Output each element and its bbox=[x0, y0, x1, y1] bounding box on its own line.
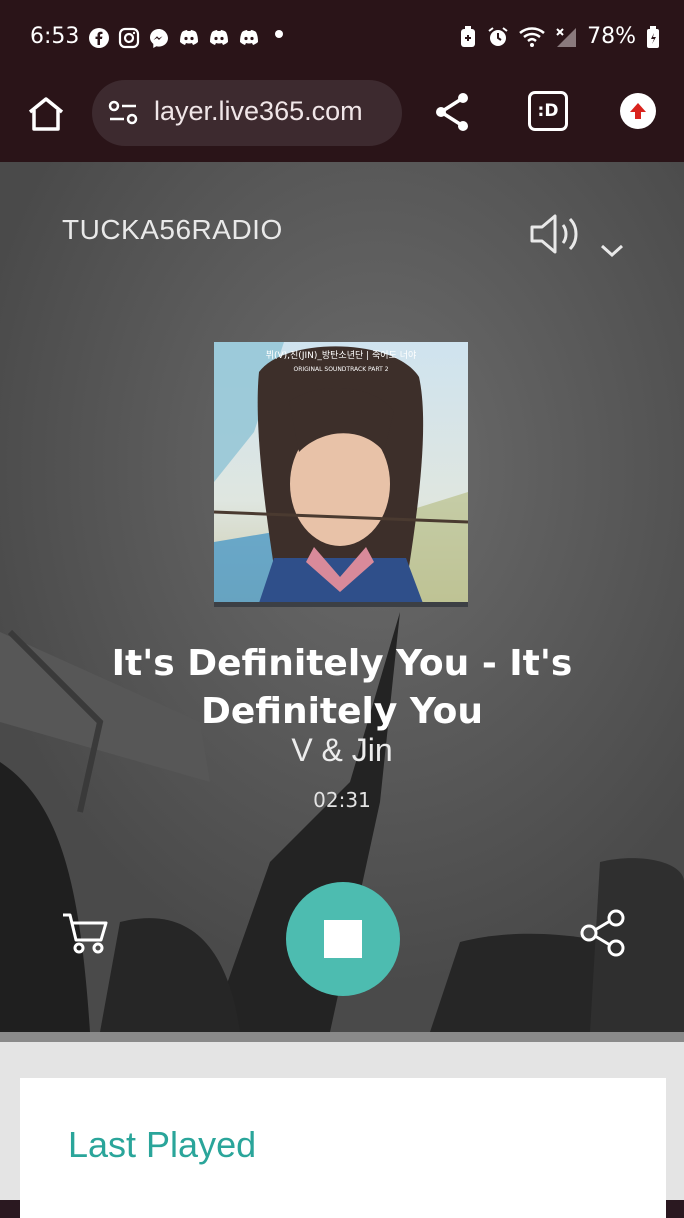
notification-dot-icon bbox=[275, 30, 283, 38]
share-icon[interactable] bbox=[578, 908, 628, 958]
track-artist: V & Jin bbox=[291, 732, 393, 768]
discord-icon bbox=[210, 30, 228, 45]
last-played-heading: Last Played bbox=[68, 1124, 257, 1165]
address-bar[interactable]: layer.live365.com bbox=[92, 80, 402, 146]
instagram-icon bbox=[118, 27, 140, 49]
elapsed-time: 02:31 bbox=[313, 788, 371, 812]
track-title: It's Definitely You - It's Definitely Yo… bbox=[111, 643, 573, 732]
status-app-icons bbox=[88, 27, 260, 49]
cart-icon[interactable] bbox=[60, 910, 110, 956]
battery-percent: 78% bbox=[587, 24, 636, 49]
messenger-icon bbox=[150, 29, 168, 48]
extension-button[interactable]: :D bbox=[528, 91, 568, 131]
section-divider bbox=[0, 1032, 684, 1042]
discord-icon bbox=[240, 30, 258, 45]
volume-icon[interactable] bbox=[528, 210, 584, 258]
battery-saver-icon bbox=[461, 25, 476, 47]
discord-icon bbox=[180, 30, 198, 45]
home-icon[interactable] bbox=[24, 92, 68, 136]
browser-toolbar: layer.live365.com :D bbox=[0, 80, 684, 162]
share-icon[interactable] bbox=[432, 90, 472, 134]
battery-icon bbox=[647, 25, 659, 48]
station-name: TUCKA56RADIO bbox=[62, 214, 283, 245]
chevron-down-icon[interactable] bbox=[598, 240, 626, 260]
site-settings-icon[interactable] bbox=[108, 100, 138, 126]
status-time: 6:53 bbox=[30, 24, 80, 49]
wifi-icon bbox=[519, 26, 545, 47]
stop-button[interactable] bbox=[286, 882, 400, 996]
update-button[interactable] bbox=[620, 93, 656, 129]
status-bar: 6:53 78% bbox=[0, 0, 684, 80]
alarm-icon bbox=[488, 26, 508, 46]
album-art: 뷔(V),진(JIN)_방탄소년단 | 죽어도 너야 ORIGINAL SOUN… bbox=[214, 342, 468, 606]
last-played-section: Last Played bbox=[0, 1042, 684, 1218]
arrow-up-icon bbox=[630, 103, 646, 119]
album-art-subtitle: ORIGINAL SOUNDTRACK PART 2 bbox=[293, 366, 388, 373]
album-art-progress bbox=[214, 602, 468, 607]
last-played-card: Last Played bbox=[20, 1078, 666, 1218]
url-text[interactable]: layer.live365.com bbox=[154, 96, 394, 127]
status-right-icons: 78% bbox=[459, 24, 660, 49]
album-art-title: 뷔(V),진(JIN)_방탄소년단 | 죽어도 너야 bbox=[266, 350, 417, 361]
facebook-icon bbox=[89, 28, 109, 48]
player-panel: TUCKA56RADIO 뷔(V),진(JIN)_방탄소년단 | 죽어도 너야 … bbox=[0, 162, 684, 1032]
stop-icon bbox=[324, 920, 362, 958]
no-signal-icon bbox=[556, 27, 577, 47]
